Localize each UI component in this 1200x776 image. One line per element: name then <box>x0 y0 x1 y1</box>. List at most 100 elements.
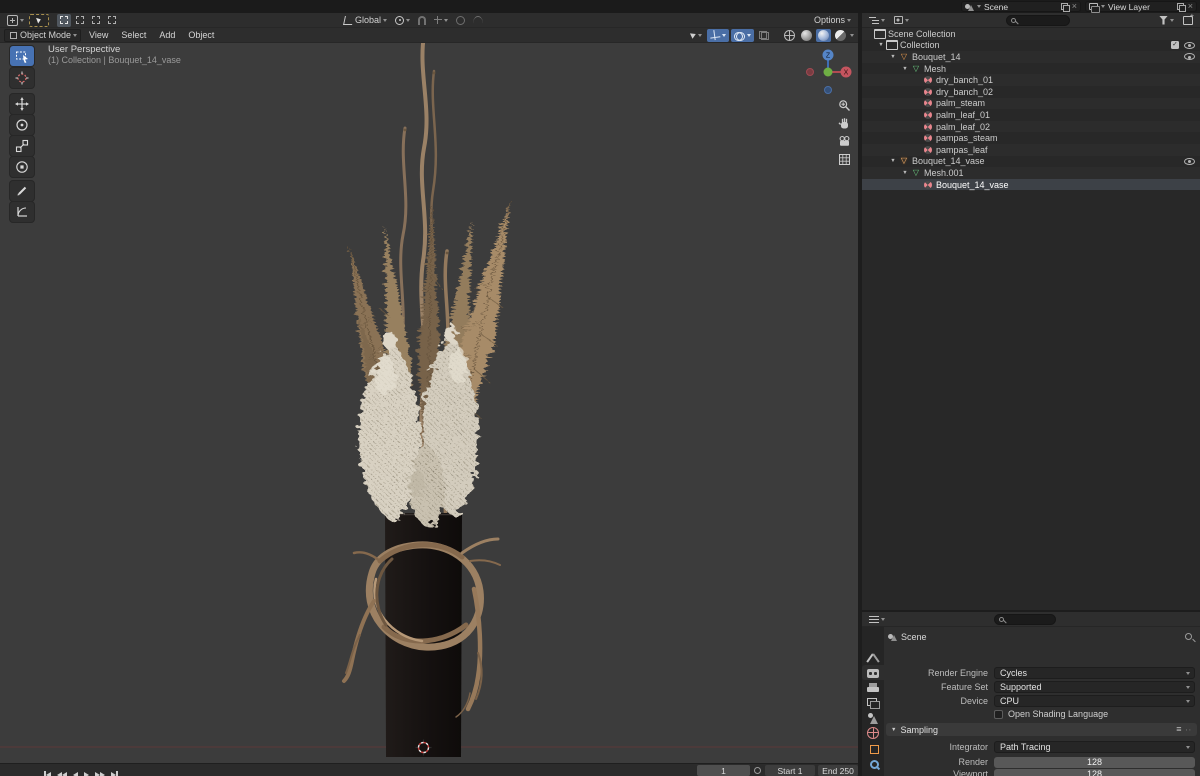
eye-icon[interactable] <box>1184 41 1195 49</box>
xray-toggle[interactable] <box>756 29 772 42</box>
select-mode-circle[interactable] <box>89 14 103 27</box>
tool-measure[interactable] <box>10 202 34 222</box>
new-collection-button[interactable] <box>1180 13 1196 27</box>
show-gizmo-dropdown[interactable] <box>707 28 729 42</box>
outliner-row[interactable]: ▼ palm_leaf_01 <box>862 109 1200 121</box>
outliner-row[interactable]: ▼ Mesh <box>862 63 1200 75</box>
jump-start-button[interactable] <box>44 770 51 776</box>
properties-tab[interactable] <box>862 695 884 710</box>
integrator-dropdown[interactable]: Path Tracing <box>994 741 1195 753</box>
preset-list-icon[interactable]: ≡ <box>1176 725 1181 734</box>
properties-editor-type-dropdown[interactable] <box>866 613 888 626</box>
show-overlays-dropdown[interactable] <box>731 28 754 42</box>
active-tool-button[interactable] <box>29 13 49 27</box>
menu-item[interactable]: View <box>83 29 114 42</box>
tool-annotate[interactable] <box>10 181 34 201</box>
play-reverse-button[interactable] <box>73 770 78 776</box>
render-samples-field[interactable]: 128 <box>994 756 1195 768</box>
mode-dropdown[interactable]: Object Mode <box>4 28 82 42</box>
frame-start-field[interactable]: Start 1 <box>765 765 815 776</box>
properties-search-input[interactable] <box>994 613 1056 625</box>
properties-tab[interactable] <box>862 665 884 680</box>
snap-toggle[interactable] <box>415 14 429 27</box>
eye-icon[interactable] <box>1184 157 1195 165</box>
orthographic-toggle-button[interactable] <box>836 151 852 167</box>
editor-type-button[interactable] <box>4 14 27 27</box>
outliner-row[interactable]: ▼ palm_steam <box>862 98 1200 110</box>
close-icon[interactable]: × <box>1072 2 1077 11</box>
prev-keyframe-button[interactable] <box>57 770 67 776</box>
shading-wireframe-button[interactable] <box>782 29 797 42</box>
navigation-gizmo[interactable]: Z X <box>804 46 852 98</box>
feature-set-dropdown[interactable]: Supported <box>994 681 1195 693</box>
playback-controls[interactable] <box>44 769 123 776</box>
jump-end-button[interactable] <box>111 770 118 776</box>
options-dropdown[interactable]: Options <box>811 14 854 27</box>
outliner-filter-type-dropdown[interactable] <box>891 14 912 27</box>
device-dropdown[interactable]: CPU <box>994 695 1195 707</box>
properties-tab[interactable] <box>862 741 884 756</box>
expand-arrow-icon[interactable]: ▼ <box>888 158 898 164</box>
outliner-row[interactable]: ▼ Bouquet_14_vase <box>862 178 1200 191</box>
outliner-row[interactable]: ▼ pampas_leaf <box>862 144 1200 156</box>
tool-box-select[interactable] <box>10 46 34 66</box>
properties-tab[interactable] <box>862 710 884 725</box>
menu-item[interactable]: Add <box>153 29 181 42</box>
menu-item[interactable]: Object <box>182 29 220 42</box>
camera-view-button[interactable] <box>836 133 852 149</box>
expand-arrow-icon[interactable]: ▼ <box>876 42 886 48</box>
menu-item[interactable]: Select <box>115 29 152 42</box>
viewport-samples-field[interactable]: 128 <box>994 768 1195 776</box>
viewport-canvas[interactable] <box>0 13 858 763</box>
render-engine-dropdown[interactable]: Cycles <box>994 667 1195 679</box>
properties-tab[interactable] <box>862 650 884 665</box>
transform-orientation-dropdown[interactable]: Global <box>341 14 390 27</box>
current-frame-field[interactable]: 1 <box>697 765 750 776</box>
panel-options-icon[interactable]: ∙∙ <box>1186 725 1192 734</box>
new-view-layer-icon[interactable] <box>1176 2 1186 12</box>
sampling-panel-header[interactable]: ▼ Sampling ≡ ∙∙ <box>886 723 1197 736</box>
frame-end-field[interactable]: End 250 <box>818 765 858 776</box>
outliner-row[interactable]: ▼ Collection <box>862 40 1200 52</box>
tool-rotate[interactable] <box>10 115 34 135</box>
outliner-row[interactable]: ▼ Scene Collection <box>862 28 1200 40</box>
osl-checkbox[interactable] <box>994 709 1003 719</box>
snap-settings-dropdown[interactable] <box>431 14 451 27</box>
pan-button[interactable] <box>836 115 852 131</box>
object-visibility-dropdown[interactable] <box>688 29 705 42</box>
tool-scale[interactable] <box>10 136 34 156</box>
eye-icon[interactable] <box>1184 53 1195 61</box>
expand-arrow-icon[interactable]: ▼ <box>900 170 910 176</box>
close-icon[interactable]: × <box>1188 2 1193 11</box>
proportional-falloff-dropdown[interactable] <box>470 14 486 27</box>
new-scene-icon[interactable] <box>1060 2 1070 12</box>
properties-tab[interactable] <box>862 680 884 695</box>
outliner-row[interactable]: ▼ dry_banch_01 <box>862 74 1200 86</box>
shading-material-button[interactable] <box>816 28 831 42</box>
pivot-point-dropdown[interactable] <box>392 14 413 27</box>
outliner-filter-dropdown[interactable] <box>1156 14 1177 27</box>
expand-arrow-icon[interactable]: ▼ <box>888 54 898 60</box>
outliner-row[interactable]: ▼ Mesh.001 <box>862 167 1200 179</box>
expand-arrow-icon[interactable]: ▼ <box>900 66 910 72</box>
properties-tab[interactable] <box>862 725 884 740</box>
tool-transform[interactable] <box>10 157 34 177</box>
zoom-button[interactable] <box>836 97 852 113</box>
view-layer-selector[interactable]: View Layer × <box>1085 1 1197 13</box>
properties-tab[interactable] <box>862 756 884 771</box>
next-keyframe-button[interactable] <box>95 770 105 776</box>
outliner-row[interactable]: ▼ Bouquet_14 <box>862 51 1200 63</box>
auto-keying-icon[interactable] <box>754 767 761 774</box>
shading-rendered-button[interactable] <box>833 29 848 42</box>
select-mode-lasso[interactable] <box>105 14 119 27</box>
select-mode-tweak[interactable] <box>57 13 71 27</box>
outliner-display-mode-dropdown[interactable] <box>866 14 888 27</box>
tool-move[interactable] <box>10 94 34 114</box>
checkbox-icon[interactable] <box>1171 41 1179 50</box>
play-button[interactable] <box>84 770 89 776</box>
scene-selector[interactable]: Scene × <box>961 1 1081 12</box>
shading-solid-button[interactable] <box>799 29 814 42</box>
outliner-row[interactable]: ▼ pampas_steam <box>862 132 1200 144</box>
outliner-row[interactable]: ▼ Bouquet_14_vase <box>862 156 1200 168</box>
outliner-row[interactable]: ▼ palm_leaf_02 <box>862 121 1200 133</box>
